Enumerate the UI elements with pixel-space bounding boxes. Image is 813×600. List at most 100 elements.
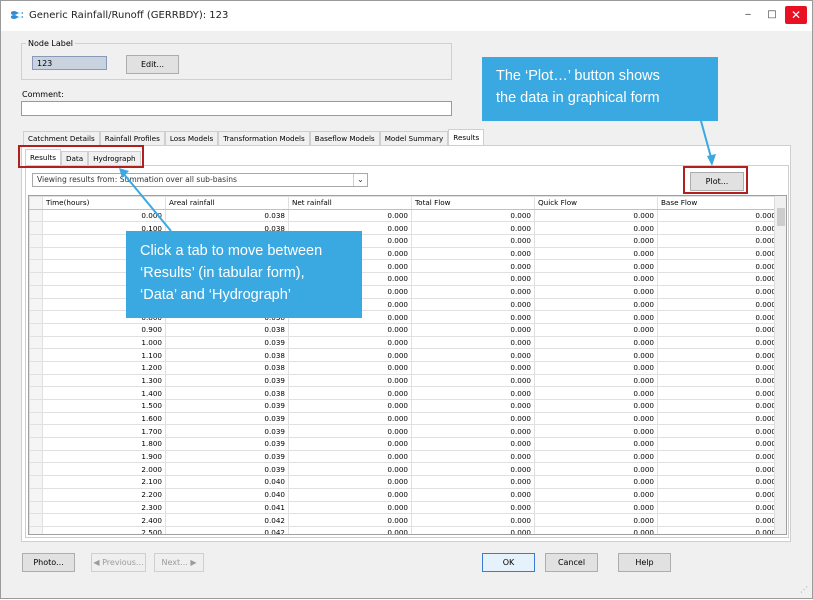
table-cell[interactable]: 0.042	[165, 513, 289, 527]
vertical-scrollbar[interactable]	[774, 196, 786, 534]
table-cell[interactable]: 0.000	[657, 525, 780, 534]
minimize-button[interactable]: ‒	[737, 6, 759, 24]
table-cell[interactable]: 0.039	[165, 373, 289, 388]
table-cell[interactable]: 0.000	[411, 297, 535, 312]
table-cell[interactable]: 0.038	[165, 322, 289, 337]
table-row[interactable]: 1.300 0.039 0.000 0.000 0.000 0.000	[29, 373, 780, 388]
table-cell[interactable]: 0.000	[534, 208, 658, 223]
cancel-button[interactable]: Cancel	[545, 553, 598, 572]
table-cell[interactable]: 0.000	[534, 234, 658, 248]
table-cell[interactable]: 1.700	[42, 424, 166, 439]
table-cell[interactable]: 2.200	[42, 487, 166, 502]
table-row[interactable]: 2.300 0.041 0.000 0.000 0.000 0.000	[29, 500, 780, 515]
table-cell[interactable]: 0.000	[657, 272, 780, 286]
table-cell[interactable]: 1.000	[42, 335, 166, 350]
table-cell[interactable]: 0.000	[657, 475, 780, 489]
viewing-results-select[interactable]: Viewing results from: Summation over all…	[32, 173, 368, 187]
table-row[interactable]: 2.200 0.040 0.000 0.000 0.000 0.000	[29, 487, 780, 502]
row-header[interactable]	[29, 424, 43, 439]
table-row[interactable]: 1.000 0.039 0.000 0.000 0.000 0.000	[29, 335, 780, 350]
table-cell[interactable]: 0.000	[411, 272, 535, 286]
table-cell[interactable]: 0.000	[411, 373, 535, 388]
row-header[interactable]	[29, 297, 43, 312]
table-cell[interactable]: 0.000	[534, 525, 658, 534]
table-cell[interactable]: 0.000	[534, 335, 658, 350]
table-cell[interactable]: 0.000	[411, 386, 535, 400]
row-header[interactable]	[29, 399, 43, 413]
tab-results[interactable]: Results	[448, 129, 485, 145]
table-cell[interactable]: 0.039	[165, 335, 289, 350]
maximize-button[interactable]: □	[761, 6, 783, 24]
table-cell[interactable]: 0.000	[288, 208, 412, 223]
table-cell[interactable]: 0.000	[534, 475, 658, 489]
table-cell[interactable]: 0.039	[165, 424, 289, 439]
table-cell[interactable]: 0.000	[288, 399, 412, 413]
table-cell[interactable]: 0.000	[657, 246, 780, 261]
table-cell[interactable]: 0.000	[411, 259, 535, 274]
tab-model-summary[interactable]: Model Summary	[379, 131, 449, 145]
column-header[interactable]: Net rainfall	[288, 196, 412, 210]
row-header[interactable]	[29, 310, 43, 324]
row-header[interactable]	[29, 221, 43, 236]
row-header[interactable]	[29, 437, 43, 451]
table-cell[interactable]: 0.000	[657, 310, 780, 324]
table-cell[interactable]: 0.000	[534, 399, 658, 413]
tab-transformation-models[interactable]: Transformation Models	[218, 131, 310, 145]
table-cell[interactable]: 0.040	[165, 487, 289, 502]
row-header[interactable]	[29, 234, 43, 248]
table-cell[interactable]: 1.400	[42, 386, 166, 400]
table-cell[interactable]: 0.000	[534, 437, 658, 451]
table-row[interactable]: 0.900 0.038 0.000 0.000 0.000 0.000	[29, 322, 780, 337]
row-header[interactable]	[29, 462, 43, 477]
table-cell[interactable]: 0.000	[534, 513, 658, 527]
table-cell[interactable]: 0.000	[288, 424, 412, 439]
table-cell[interactable]: 2.000	[42, 462, 166, 477]
table-cell[interactable]: 0.000	[411, 462, 535, 477]
table-cell[interactable]: 0.000	[534, 424, 658, 439]
table-cell[interactable]: 0.040	[165, 475, 289, 489]
table-cell[interactable]: 0.000	[657, 322, 780, 337]
table-cell[interactable]: 1.600	[42, 411, 166, 426]
table-cell[interactable]: 1.900	[42, 449, 166, 464]
table-cell[interactable]: 0.000	[411, 284, 535, 299]
table-cell[interactable]: 0.000	[288, 449, 412, 464]
scrollbar-thumb[interactable]	[777, 208, 785, 226]
table-cell[interactable]: 0.000	[534, 259, 658, 274]
table-cell[interactable]: 0.000	[534, 386, 658, 400]
row-header[interactable]	[29, 449, 43, 464]
table-cell[interactable]: 1.100	[42, 348, 166, 362]
table-cell[interactable]: 0.000	[288, 525, 412, 534]
table-cell[interactable]: 0.000	[657, 373, 780, 388]
table-cell[interactable]: 0.000	[534, 348, 658, 362]
chevron-down-icon[interactable]: ⌄	[353, 174, 367, 186]
table-cell[interactable]: 0.000	[534, 221, 658, 236]
table-cell[interactable]: 0.000	[288, 322, 412, 337]
column-header[interactable]: Time(hours)	[42, 196, 166, 210]
ok-button[interactable]: OK	[482, 553, 535, 572]
table-cell[interactable]: 0.000	[657, 437, 780, 451]
row-header[interactable]	[29, 322, 43, 337]
table-cell[interactable]: 0.000	[288, 386, 412, 400]
table-row[interactable]: 1.900 0.039 0.000 0.000 0.000 0.000	[29, 449, 780, 464]
table-cell[interactable]: 0.038	[165, 208, 289, 223]
table-cell[interactable]: 0.039	[165, 462, 289, 477]
table-row[interactable]: 1.700 0.039 0.000 0.000 0.000 0.000	[29, 424, 780, 439]
table-cell[interactable]: 0.000	[288, 513, 412, 527]
table-cell[interactable]: 0.000	[411, 208, 535, 223]
table-cell[interactable]: 1.200	[42, 360, 166, 375]
row-header[interactable]	[29, 360, 43, 375]
table-row[interactable]: 1.400 0.038 0.000 0.000 0.000 0.000	[29, 386, 780, 400]
table-cell[interactable]: 0.000	[534, 462, 658, 477]
node-label-field[interactable]: 123	[32, 56, 107, 70]
table-row[interactable]: 0.000 0.038 0.000 0.000 0.000 0.000	[29, 208, 780, 223]
row-header[interactable]	[29, 284, 43, 299]
table-cell[interactable]: 0.000	[288, 348, 412, 362]
help-button[interactable]: Help	[618, 553, 671, 572]
table-cell[interactable]: 0.000	[534, 272, 658, 286]
table-cell[interactable]: 0.000	[288, 487, 412, 502]
table-cell[interactable]: 0.000	[42, 208, 166, 223]
table-cell[interactable]: 0.000	[288, 500, 412, 515]
table-cell[interactable]: 0.000	[534, 411, 658, 426]
comment-field[interactable]	[21, 101, 452, 116]
table-cell[interactable]: 0.000	[411, 246, 535, 261]
